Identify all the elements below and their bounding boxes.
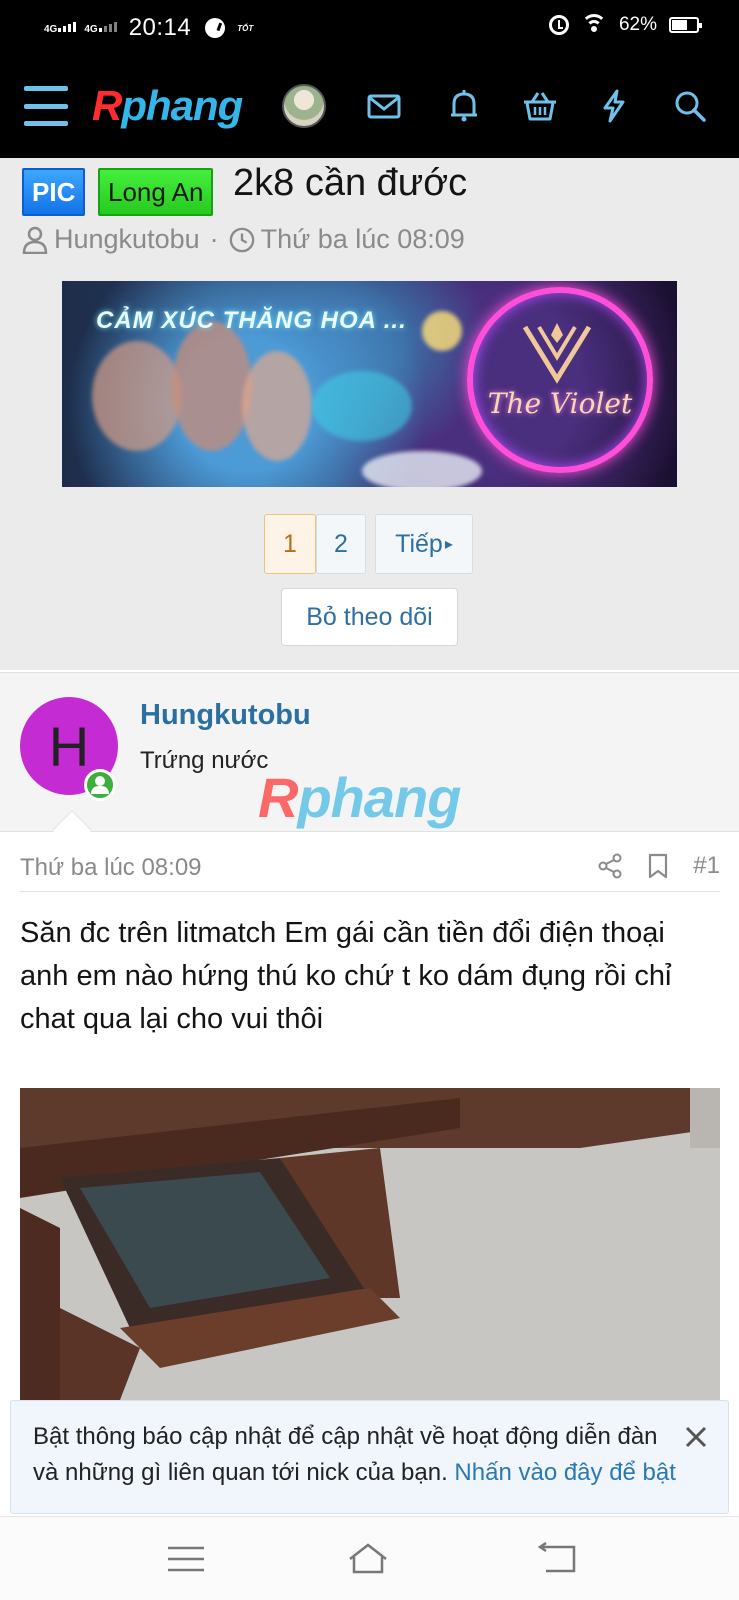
clock: 20:14 [128, 14, 192, 41]
banner-headline: CẢM XÚC THĂNG HOA ... [96, 307, 407, 334]
back-icon[interactable] [536, 1539, 580, 1579]
prefix-location[interactable]: Long An [98, 168, 214, 216]
user-icon [22, 226, 48, 254]
post-number[interactable]: #1 [693, 852, 720, 880]
meta-separator: · [209, 224, 219, 254]
thread-meta: Hungkutobu · Thứ ba lúc 08:09 [22, 224, 465, 255]
notice-text: Bật thông báo cập nhật để cập nhật về ho… [33, 1423, 676, 1486]
post-body: Săn đc trên litmatch Em gái cần tiền đổi… [20, 917, 672, 1035]
home-icon[interactable] [346, 1539, 390, 1579]
status-left: 4G 4G 20:14 TỐT [44, 14, 253, 42]
chevron-right-icon: ▸ [444, 536, 453, 553]
push-notice-banner: Bật thông báo cập nhật để cập nhật về ho… [10, 1400, 729, 1514]
user-rank-title: Trứng nước [140, 747, 269, 774]
carrier-label: TỐT [237, 23, 254, 33]
prefix-pic[interactable]: PIC [22, 168, 86, 216]
post-meta: Thứ ba lúc 08:09 #1 [20, 852, 720, 892]
thread-header: PIC Long An 2k8 cần đước Hungkutobu · Th… [0, 158, 739, 670]
thread-author[interactable]: Hungkutobu [54, 224, 200, 255]
basket-icon[interactable] [522, 88, 558, 124]
battery-percent: 62% [618, 14, 657, 35]
unwatch-button[interactable]: Bỏ theo dõi [281, 588, 458, 646]
system-navigation-bar [0, 1516, 739, 1600]
post-pointer [52, 810, 92, 850]
bell-icon[interactable] [446, 88, 482, 124]
page-1-button[interactable]: 1 [264, 514, 316, 574]
wifi-icon [580, 14, 607, 36]
clock-icon [229, 227, 254, 252]
thread-date[interactable]: Thứ ba lúc 08:09 [261, 224, 465, 255]
enable-notifications-link[interactable]: Nhấn vào đây để bật [454, 1459, 676, 1486]
next-page-button[interactable]: Tiếp ▸ [375, 514, 473, 574]
post-username[interactable]: Hungkutobu [140, 699, 311, 732]
status-right: 62% [548, 14, 702, 36]
mail-icon[interactable] [366, 88, 402, 124]
ad-banner[interactable]: CẢM XÚC THĂNG HOA ... The Violet [62, 281, 677, 487]
close-icon[interactable] [682, 1423, 710, 1451]
recent-apps-icon[interactable] [164, 1539, 208, 1579]
battery-icon [669, 17, 702, 33]
alarm-icon [548, 15, 569, 35]
post-image-content [20, 1088, 720, 1400]
share-icon[interactable] [597, 853, 623, 879]
messenger-icon [205, 18, 226, 38]
site-logo[interactable]: Rphang [92, 80, 243, 132]
bookmark-icon[interactable] [645, 853, 671, 879]
post-actions: #1 [597, 852, 720, 880]
lightning-icon[interactable] [596, 88, 632, 124]
search-icon[interactable] [672, 88, 708, 124]
banner-brand: The Violet [487, 387, 633, 420]
status-bar: 4G 4G 20:14 TỐT 62% [0, 0, 739, 58]
signal-icon: 4G [84, 21, 117, 35]
post-date[interactable]: Thứ ba lúc 08:09 [20, 854, 202, 882]
site-watermark: Rphang [258, 766, 461, 829]
post-user-block: H Hungkutobu Trứng nước Rphang [0, 672, 739, 850]
online-status-icon [84, 769, 116, 801]
violet-logo-icon [522, 323, 592, 384]
signal-icon: 4G [44, 21, 77, 35]
page-2-button[interactable]: 2 [316, 514, 366, 574]
top-navigation: Rphang [0, 58, 739, 158]
menu-icon[interactable] [24, 86, 68, 126]
thread-title: 2k8 cần đước [233, 162, 468, 204]
user-avatar[interactable] [282, 84, 326, 128]
post-image[interactable] [20, 1088, 720, 1400]
